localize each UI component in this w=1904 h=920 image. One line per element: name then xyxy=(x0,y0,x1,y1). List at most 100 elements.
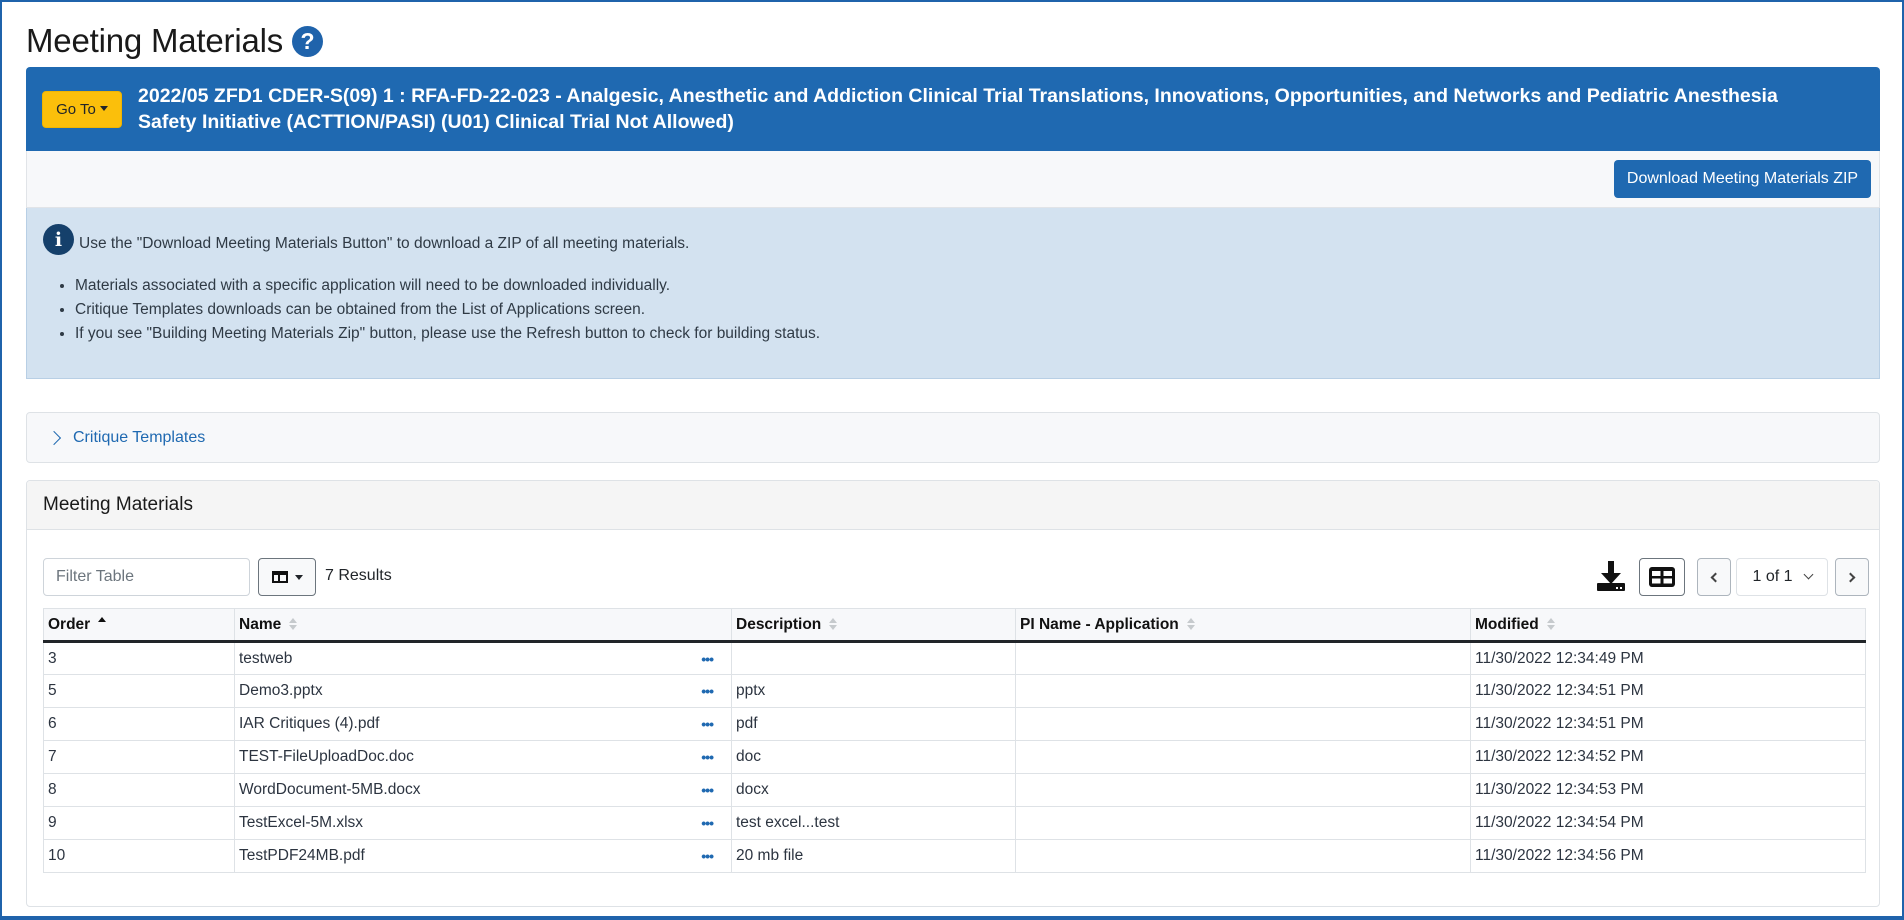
table-row: 6 IAR Critiques (4).pdf ••• pdf 11/30/202… xyxy=(43,707,1866,741)
cell-description: test excel...test xyxy=(731,806,1016,840)
cell-modified: 11/30/2022 12:34:53 PM xyxy=(1470,773,1866,807)
cell-name: Demo3.pptx ••• xyxy=(234,674,732,708)
cell-description: docx xyxy=(731,773,1016,807)
table-header-row: Order Name Description PI Name - Applica… xyxy=(43,608,1866,643)
go-to-label: Go To xyxy=(56,100,96,118)
column-header-order[interactable]: Order xyxy=(43,608,235,643)
info-bullet: Critique Templates downloads can be obta… xyxy=(75,298,820,322)
question-circle-icon[interactable]: ? xyxy=(292,25,324,57)
cell-pi-name xyxy=(1015,641,1471,675)
table-row: 5 Demo3.pptx ••• pptx 11/30/2022 12:34:51… xyxy=(43,674,1866,708)
results-count: 7 Results xyxy=(325,567,392,584)
table-row: 9 TestExcel-5M.xlsx ••• test excel...test… xyxy=(43,806,1866,840)
filter-table-input[interactable] xyxy=(43,558,250,596)
column-header-description[interactable]: Description xyxy=(731,608,1016,643)
chevron-left-icon xyxy=(1710,572,1721,582)
page-title-row: Meeting Materials ? xyxy=(26,18,324,64)
meeting-materials-card: Meeting Materials 7 Results 1 of 1 xyxy=(26,480,1880,907)
critique-templates-label: Critique Templates xyxy=(73,428,206,446)
page-title: Meeting Materials xyxy=(26,22,284,59)
action-bar: Download Meeting Materials ZIP xyxy=(26,151,1880,208)
cell-modified: 11/30/2022 12:34:56 PM xyxy=(1470,839,1866,873)
column-chooser-button[interactable] xyxy=(258,558,316,596)
cell-pi-name xyxy=(1015,773,1471,807)
cell-modified: 11/30/2022 12:34:51 PM xyxy=(1470,707,1866,741)
info-circle-icon: i xyxy=(43,224,74,255)
chevron-right-icon xyxy=(1845,572,1856,582)
cell-pi-name xyxy=(1015,707,1471,741)
caret-down-icon xyxy=(99,105,108,111)
file-name-link[interactable]: testweb xyxy=(239,650,292,668)
cell-name: testweb ••• xyxy=(234,641,732,675)
previous-page-button[interactable] xyxy=(1697,558,1731,596)
columns-icon xyxy=(271,571,288,583)
table-layout-button[interactable] xyxy=(1639,558,1685,596)
cell-name: TestExcel-5M.xlsx ••• xyxy=(234,806,732,840)
cell-order: 9 xyxy=(43,806,235,840)
cell-pi-name xyxy=(1015,674,1471,708)
info-bullet: Materials associated with a specific app… xyxy=(75,274,820,298)
meeting-materials-table: Order Name Description PI Name - Applica… xyxy=(43,608,1866,873)
go-to-dropdown-button[interactable]: Go To xyxy=(42,90,122,128)
cell-order: 5 xyxy=(43,674,235,708)
sort-icon xyxy=(1546,618,1555,631)
cell-name: TestPDF24MB.pdf ••• xyxy=(234,839,732,873)
table-row: 3 testweb ••• 11/30/2022 12:34:49 PM xyxy=(43,641,1866,675)
table-row: 8 WordDocument-5MB.docx ••• docx 11/30/20… xyxy=(43,773,1866,807)
next-page-button[interactable] xyxy=(1835,558,1869,596)
cell-modified: 11/30/2022 12:34:49 PM xyxy=(1470,641,1866,675)
meeting-header: Go To 2022/05 ZFD1 CDER-S(09) 1 : RFA-FD… xyxy=(26,67,1880,151)
column-header-pi-name[interactable]: PI Name - Application xyxy=(1015,608,1471,643)
cell-description: 20 mb file xyxy=(731,839,1016,873)
cell-order: 7 xyxy=(43,740,235,774)
meeting-materials-card-title: Meeting Materials xyxy=(43,494,193,515)
cell-pi-name xyxy=(1015,839,1471,873)
sort-icon xyxy=(289,618,298,631)
column-header-modified[interactable]: Modified xyxy=(1470,608,1866,643)
more-actions-icon[interactable]: ••• xyxy=(701,782,714,798)
caret-down-icon xyxy=(294,574,303,580)
cell-description: pptx xyxy=(731,674,1016,708)
sort-icon xyxy=(1186,618,1195,631)
sort-ascending-icon xyxy=(98,617,107,630)
more-actions-icon[interactable]: ••• xyxy=(701,716,714,732)
column-label: Name xyxy=(239,615,282,633)
cell-order: 10 xyxy=(43,839,235,873)
download-export-icon[interactable] xyxy=(1595,559,1627,593)
file-name-link[interactable]: TestExcel-5M.xlsx xyxy=(239,814,363,832)
cell-modified: 11/30/2022 12:34:54 PM xyxy=(1470,806,1866,840)
chevron-right-icon xyxy=(46,430,62,445)
cell-order: 8 xyxy=(43,773,235,807)
cell-name: TEST-FileUploadDoc.doc ••• xyxy=(234,740,732,774)
more-actions-icon[interactable]: ••• xyxy=(701,651,714,667)
file-name-link[interactable]: TEST-FileUploadDoc.doc xyxy=(239,748,414,766)
column-label: Description xyxy=(736,615,822,633)
cell-pi-name xyxy=(1015,806,1471,840)
cell-modified: 11/30/2022 12:34:52 PM xyxy=(1470,740,1866,774)
table-row: 7 TEST-FileUploadDoc.doc ••• doc 11/30/20… xyxy=(43,740,1866,774)
cell-order: 6 xyxy=(43,707,235,741)
file-name-link[interactable]: Demo3.pptx xyxy=(239,682,323,700)
page-select[interactable]: 1 of 1 xyxy=(1736,558,1828,596)
more-actions-icon[interactable]: ••• xyxy=(701,683,714,699)
sort-icon xyxy=(829,618,838,631)
cell-description xyxy=(731,641,1016,675)
info-lead-line: i Use the "Download Meeting Materials Bu… xyxy=(43,224,689,255)
info-lead-text: Use the "Download Meeting Materials Butt… xyxy=(79,235,690,252)
critique-templates-toggle[interactable]: Critique Templates xyxy=(26,412,1880,463)
cell-description: doc xyxy=(731,740,1016,774)
cell-modified: 11/30/2022 12:34:51 PM xyxy=(1470,674,1866,708)
more-actions-icon[interactable]: ••• xyxy=(701,815,714,831)
more-actions-icon[interactable]: ••• xyxy=(701,848,714,864)
file-name-link[interactable]: IAR Critiques (4).pdf xyxy=(239,715,379,733)
info-bullet: If you see "Building Meeting Materials Z… xyxy=(75,322,820,346)
more-actions-icon[interactable]: ••• xyxy=(701,749,714,765)
info-bullet-list: Materials associated with a specific app… xyxy=(43,274,820,346)
file-name-link[interactable]: WordDocument-5MB.docx xyxy=(239,781,420,799)
table-row: 10 TestPDF24MB.pdf ••• 20 mb file 11/30/2… xyxy=(43,839,1866,873)
grid-layout-icon xyxy=(1649,567,1675,587)
file-name-link[interactable]: TestPDF24MB.pdf xyxy=(239,847,365,865)
download-meeting-materials-zip-button[interactable]: Download Meeting Materials ZIP xyxy=(1614,160,1871,198)
column-label: Modified xyxy=(1475,615,1539,633)
column-header-name[interactable]: Name xyxy=(234,608,732,643)
